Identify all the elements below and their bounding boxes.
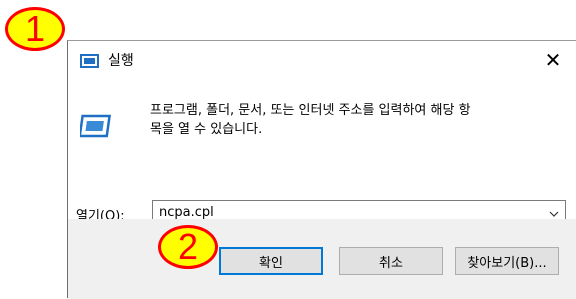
step-2-number: 2 [177, 226, 199, 267]
browse-button-label: 찾아보기(B)... [467, 255, 547, 271]
window-title: 실행 [108, 53, 134, 69]
close-button[interactable]: ✕ [530, 41, 576, 79]
run-dialog: 실행 ✕ 프로그램, 폴더, 문서, 또는 인터넷 주소를 입력하여 해당 항 … [67, 40, 576, 299]
cancel-button-label: 취소 [379, 255, 403, 271]
button-bar: 확인 취소 찾아보기(B)... [68, 219, 576, 299]
browse-button[interactable]: 찾아보기(B)... [455, 247, 559, 275]
cancel-button[interactable]: 취소 [339, 247, 443, 275]
description-line-2: 목을 열 수 있습니다. [150, 122, 263, 137]
description-line-1: 프로그램, 폴더, 문서, 또는 인터넷 주소를 입력하여 해당 항 [150, 103, 471, 118]
run-program-icon [80, 114, 112, 138]
run-dialog-icon [80, 54, 99, 68]
title-bar: 실행 ✕ [68, 41, 576, 79]
open-input-value[interactable]: ncpa.cpl [159, 205, 214, 220]
description-text: 프로그램, 폴더, 문서, 또는 인터넷 주소를 입력하여 해당 항 목을 열 … [150, 101, 560, 139]
chevron-down-icon[interactable] [549, 210, 559, 218]
ok-button[interactable]: 확인 [219, 247, 323, 275]
step-1-badge: 1 [5, 7, 65, 51]
step-1-number: 1 [24, 8, 46, 49]
close-icon: ✕ [544, 48, 562, 72]
ok-button-label: 확인 [259, 255, 283, 271]
dialog-content: 프로그램, 폴더, 문서, 또는 인터넷 주소를 입력하여 해당 항 목을 열 … [68, 79, 576, 226]
step-2-badge: 2 [158, 225, 218, 269]
